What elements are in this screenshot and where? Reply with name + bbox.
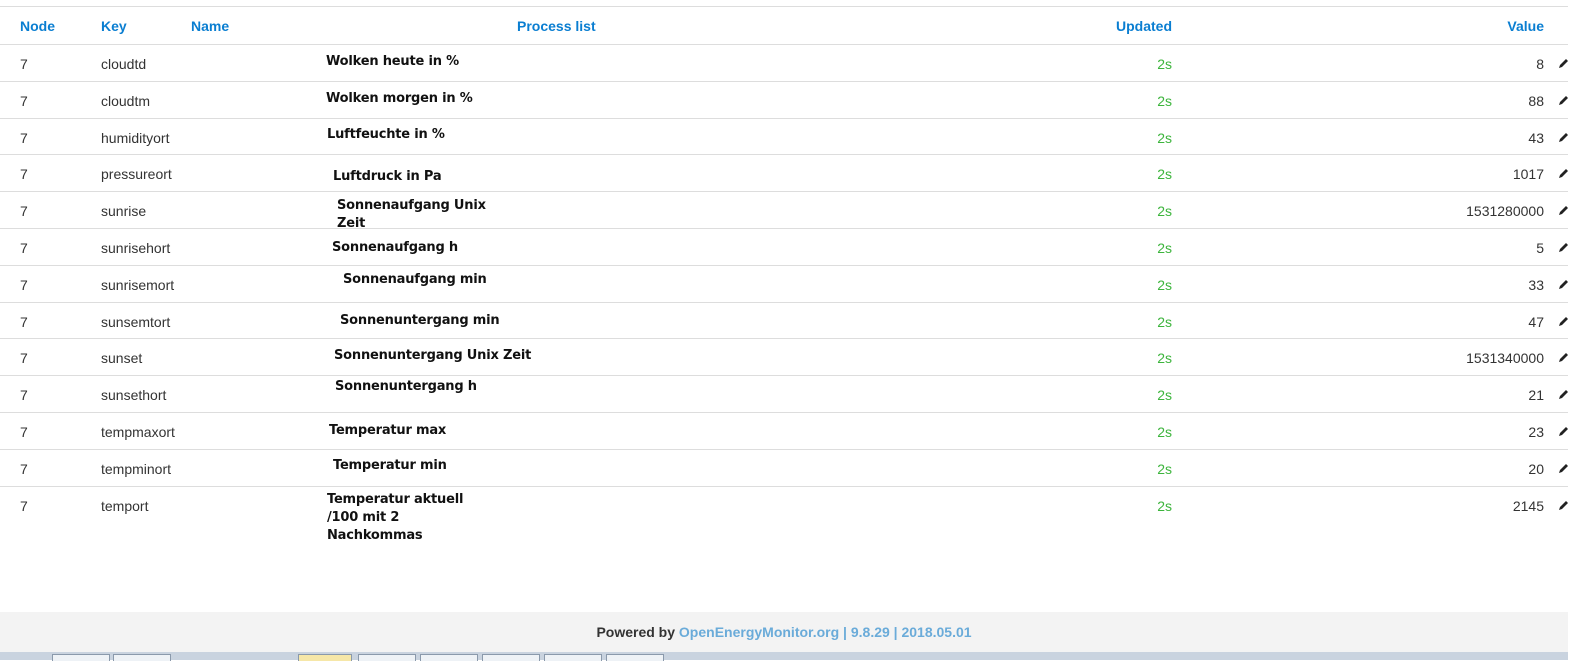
footer-link[interactable]: OpenEnergyMonitor.org [679, 624, 839, 640]
table-row: 7 sunsethort 2s 21 [0, 376, 1568, 413]
row-key: temport [101, 497, 149, 514]
row-updated: 2s [1157, 460, 1172, 477]
row-updated: 2s [1157, 276, 1172, 293]
process-note: Wolken heute in % [326, 54, 459, 69]
process-note: Wolken morgen in % [326, 91, 473, 106]
table-row: 7 sunrisehort 2s 5 [0, 229, 1568, 266]
row-node: 7 [20, 56, 28, 72]
row-node: 7 [20, 240, 28, 256]
process-note: Temperatur min [333, 458, 447, 473]
process-note: Temperatur max [329, 423, 447, 438]
row-key: sunrise [101, 203, 147, 220]
row-updated: 2s [1157, 92, 1172, 109]
table-row: 7 cloudtm 2s 88 [0, 82, 1568, 119]
row-key: sunsemtort [101, 313, 171, 330]
row-updated: 2s [1157, 497, 1172, 514]
table-row: 7 cloudtd 2s 8 [0, 45, 1568, 82]
row-value: 1017 [1512, 166, 1544, 183]
row-value: 33 [1528, 276, 1544, 293]
process-note: Luftfeuchte in % [327, 127, 445, 142]
header-key[interactable]: Key [101, 18, 127, 34]
row-node: 7 [20, 92, 28, 109]
process-note: Sonnenuntergang min [340, 313, 500, 328]
row-node: 7 [20, 350, 28, 367]
row-updated: 2s [1157, 240, 1172, 256]
row-value: 21 [1528, 387, 1544, 404]
process-note: Luftdruck in Pa [333, 169, 442, 184]
table-row: 7 tempminort 2s 20 [0, 450, 1568, 487]
row-key: pressureort [101, 166, 172, 183]
page-edge [1568, 0, 1578, 660]
table-row: 7 tempmaxort 2s 23 [0, 413, 1568, 450]
row-node: 7 [20, 460, 28, 477]
row-key: sunrisemort [101, 276, 175, 293]
row-updated: 2s [1157, 313, 1172, 330]
row-value: 2145 [1512, 497, 1544, 514]
header-value[interactable]: Value [1400, 18, 1544, 34]
row-node: 7 [20, 166, 28, 183]
footer-version: | 9.8.29 | 2018.05.01 [843, 624, 972, 640]
process-note: Sonnenuntergang Unix Zeit [334, 348, 532, 363]
row-updated: 2s [1157, 166, 1172, 183]
process-note: Sonnenaufgang Unix Zeit [337, 198, 486, 231]
process-note: Sonnenaufgang min [343, 272, 487, 287]
row-node: 7 [20, 497, 28, 514]
row-value: 23 [1528, 424, 1544, 440]
process-note: Sonnenuntergang h [335, 379, 477, 394]
row-key: cloudtm [101, 92, 151, 109]
row-value: 8 [1536, 56, 1544, 72]
row-value: 1531280000 [1466, 203, 1544, 220]
row-key: tempmaxort [101, 424, 175, 440]
row-updated: 2s [1157, 387, 1172, 404]
row-value: 5 [1536, 240, 1544, 256]
row-key: humidityort [101, 129, 170, 146]
row-value: 88 [1528, 92, 1544, 109]
table-row: 7 sunset 2s 1531340000 [0, 339, 1568, 377]
row-node: 7 [20, 387, 28, 404]
row-updated: 2s [1157, 203, 1172, 220]
row-node: 7 [20, 424, 28, 440]
footer-powered-by: Powered by [596, 624, 676, 640]
row-updated: 2s [1157, 129, 1172, 146]
table-row: 7 sunrise 2s 1531280000 [0, 192, 1568, 229]
process-note: Temperatur aktuell /100 mit 2 Nachkommas [327, 492, 464, 543]
table-row: 7 pressureort 2s 1017 [0, 155, 1568, 193]
row-key: sunrisehort [101, 240, 171, 256]
header-name[interactable]: Name [191, 18, 229, 34]
header-updated[interactable]: Updated [1100, 18, 1172, 34]
row-value: 43 [1528, 129, 1544, 146]
table-row: 7 temport 2s 2145 [0, 487, 1568, 555]
row-value: 20 [1528, 460, 1544, 477]
row-node: 7 [20, 203, 28, 220]
header-node[interactable]: Node [20, 18, 55, 34]
row-key: sunset [101, 350, 143, 367]
table-row: 7 sunrisemort 2s 33 [0, 266, 1568, 303]
row-updated: 2s [1157, 350, 1172, 367]
taskbar [0, 652, 1568, 660]
table-row: 7 sunsemtort 2s 47 [0, 303, 1568, 340]
table-row: 7 humidityort 2s 43 [0, 119, 1568, 156]
table-header: Node Key Name Process list Updated Value [0, 7, 1568, 45]
process-note: Sonnenaufgang h [332, 240, 458, 255]
footer: Powered by OpenEnergyMonitor.org | 9.8.2… [0, 612, 1568, 652]
row-updated: 2s [1157, 424, 1172, 440]
row-node: 7 [20, 313, 28, 330]
row-value: 1531340000 [1466, 350, 1544, 367]
row-value: 47 [1528, 313, 1544, 330]
row-node: 7 [20, 129, 28, 146]
row-node: 7 [20, 276, 28, 293]
row-updated: 2s [1157, 56, 1172, 72]
header-process-list[interactable]: Process list [517, 18, 596, 34]
row-key: cloudtd [101, 56, 147, 72]
row-key: sunsethort [101, 387, 167, 404]
row-key: tempminort [101, 460, 172, 477]
